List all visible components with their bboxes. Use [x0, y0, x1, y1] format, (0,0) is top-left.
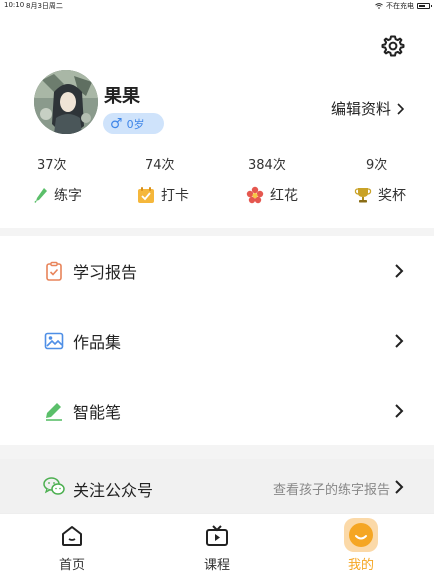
section-divider: [0, 228, 434, 236]
status-date: 8月3日周二: [26, 2, 63, 10]
age-label: 0岁: [126, 117, 145, 131]
avatar-image: [34, 70, 98, 134]
edit-profile-label: 编辑资料: [330, 100, 391, 118]
stat-label-checkin: 打卡: [161, 188, 189, 204]
tab-mine[interactable]: 我的: [321, 514, 401, 579]
brush-icon: [34, 188, 47, 203]
stat-practice[interactable]: 练字: [34, 185, 82, 205]
home-icon: [62, 526, 82, 546]
tab-courses[interactable]: 课程: [177, 514, 257, 579]
tab-label-courses: 课程: [203, 558, 230, 573]
menu-item-portfolio[interactable]: 作品集: [0, 306, 434, 376]
gender-age-badge: ♂ 0岁: [103, 113, 164, 134]
wechat-icon: [43, 477, 65, 495]
section-divider: [0, 445, 434, 459]
status-bar: 10:10 8月3日周二 不在充电: [0, 0, 434, 12]
follow-wechat-row[interactable]: 关注公众号 查看孩子的练字报告: [0, 459, 434, 513]
tab-label-home: 首页: [58, 558, 85, 573]
chevron-right-icon: [395, 404, 404, 418]
menu-item-study-report[interactable]: 学习报告: [0, 236, 434, 306]
edit-profile-button[interactable]: 编辑资料: [331, 98, 404, 119]
stat-count-flowers: 384次: [248, 158, 286, 173]
tab-label-mine: 我的: [347, 558, 374, 573]
clipboard-check-icon: [46, 261, 62, 281]
trophy-icon: [354, 188, 372, 203]
stat-flowers[interactable]: 红花: [246, 185, 298, 205]
tab-home[interactable]: 首页: [32, 514, 112, 579]
stat-label-practice: 练字: [54, 188, 82, 204]
male-gender-icon: ♂: [110, 115, 123, 132]
chevron-right-icon: [395, 264, 404, 278]
bottom-tab-bar: 首页 课程 我的: [0, 513, 434, 579]
menu-label-portfolio: 作品集: [73, 333, 122, 352]
wechat-label: 关注公众号: [73, 481, 154, 500]
avatar[interactable]: [34, 70, 98, 134]
smart-pen-icon: [46, 403, 62, 421]
stat-label-trophies: 奖杯: [378, 188, 406, 204]
settings-gear-icon[interactable]: [381, 34, 405, 58]
chevron-right-icon: [395, 480, 404, 494]
battery-icon: [417, 3, 432, 9]
chevron-right-icon: [395, 334, 404, 348]
menu-label-study-report: 学习报告: [73, 263, 138, 282]
stat-count-practice: 37次: [37, 158, 67, 173]
status-time: 10:10: [4, 1, 25, 9]
stat-checkin[interactable]: 打卡: [137, 185, 189, 205]
smile-face-icon: [344, 518, 378, 552]
charging-status: 不在充电: [386, 2, 414, 10]
stat-count-checkin: 74次: [145, 158, 175, 173]
menu-label-smart-pen: 智能笔: [73, 403, 122, 422]
wechat-hint: 查看孩子的练字报告: [272, 483, 390, 498]
flower-icon: [246, 186, 264, 204]
stat-count-trophies: 9次: [366, 158, 388, 173]
username: 果果: [104, 86, 140, 107]
calendar-check-icon: [138, 187, 154, 203]
tv-icon: [206, 525, 228, 546]
stat-trophies[interactable]: 奖杯: [354, 185, 406, 205]
menu-item-smart-pen[interactable]: 智能笔: [0, 376, 434, 446]
gallery-icon: [44, 332, 64, 350]
chevron-right-icon: [397, 102, 404, 115]
wifi-icon: [375, 3, 383, 9]
status-right: 不在充电: [375, 1, 432, 11]
stat-label-flowers: 红花: [270, 188, 298, 204]
